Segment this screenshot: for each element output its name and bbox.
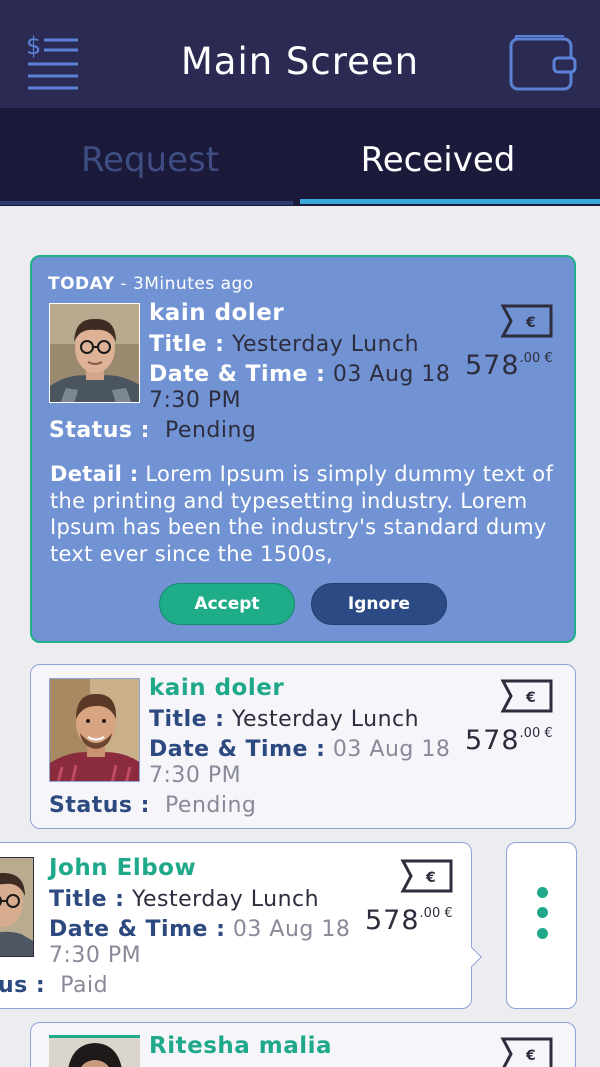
tab-bar: Request Received — [0, 108, 600, 206]
euro-ticket-icon: € — [500, 304, 553, 338]
tab-request[interactable]: Request — [0, 140, 300, 180]
svg-text:€: € — [425, 870, 436, 886]
ignore-button[interactable]: Ignore — [311, 583, 447, 625]
card-name: John Elbow — [49, 855, 197, 881]
dot-icon — [537, 887, 548, 898]
accept-button[interactable]: Accept — [159, 583, 295, 625]
svg-text:€: € — [525, 690, 536, 706]
card-amount: 578.00 € — [465, 350, 553, 381]
euro-ticket-icon: € — [500, 679, 553, 713]
card-date-row: Date & Time : 03 Aug 18 — [49, 917, 351, 942]
card-time: 7:30 PM — [149, 388, 242, 413]
card-name: kain doler — [149, 300, 285, 326]
card-time: 7:30 PM — [49, 943, 142, 968]
card-name: kain doler — [149, 675, 285, 701]
tab-received[interactable]: Received — [288, 140, 588, 180]
avatar — [49, 678, 140, 782]
card-title-row: Title : Yesterday Lunch — [149, 707, 420, 732]
app-header: $ Main Screen — [0, 0, 600, 108]
card-date-row: Date & Time : 03 Aug 18 — [149, 362, 451, 387]
euro-ticket-icon: € — [500, 1037, 553, 1067]
avatar — [0, 857, 34, 957]
card-status-row: Status : Pending — [49, 418, 257, 443]
avatar — [49, 303, 140, 403]
card-status-row: Status : Pending — [49, 793, 257, 818]
card-timestamp: TODAY - 3Minutes ago — [48, 274, 254, 294]
active-tab-indicator — [300, 199, 600, 204]
dot-icon — [537, 928, 548, 939]
avatar — [49, 1035, 140, 1067]
card-time: 7:30 PM — [149, 763, 242, 788]
card-date-row: Date & Time : 03 Aug 18 — [149, 737, 451, 762]
dot-icon — [537, 907, 548, 918]
card-detail: Detail : Lorem Ipsum is simply dummy tex… — [50, 462, 554, 566]
euro-ticket-icon: € — [400, 859, 453, 893]
more-options-button[interactable] — [506, 842, 577, 1009]
wallet-icon[interactable] — [508, 34, 578, 92]
card-status-row: us : Paid — [0, 973, 109, 998]
card-amount: 578.00 € — [365, 905, 453, 936]
tab-divider — [0, 201, 293, 205]
card-title-row: Title : Yesterday Lunch — [149, 332, 420, 357]
svg-text:€: € — [525, 315, 536, 331]
svg-text:€: € — [525, 1048, 536, 1064]
card-amount: 578.00 € — [465, 725, 553, 756]
card-title-row: Title : Yesterday Lunch — [49, 887, 320, 912]
card-name: Ritesha malia — [149, 1033, 333, 1059]
